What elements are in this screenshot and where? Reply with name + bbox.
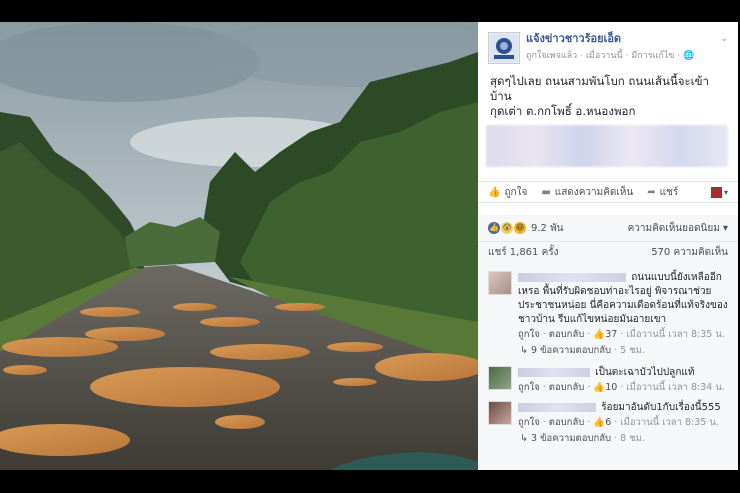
edited-label[interactable]: มีการแก้ไข: [631, 51, 674, 61]
comment-item: ร้อยมาอันดับ1กับเรื่องนี้555 ถูกใจ · ตอบ…: [478, 395, 738, 430]
thumbs-up-icon: 👍: [593, 417, 606, 428]
comment-time[interactable]: เมื่อวานนี้ เวลา 8:34 น.: [626, 382, 725, 393]
liked-page-status[interactable]: ถูกใจเพจแล้ว: [526, 51, 577, 61]
thumbs-up-icon: 👍: [593, 329, 606, 340]
reactions-row: 👍 😮 😆 9.2 พัน ความคิดเห็นยอดนิยม ▾: [478, 215, 738, 241]
comment-like-count[interactable]: 6: [605, 417, 611, 428]
comment-like-count[interactable]: 37: [605, 329, 617, 340]
share-count[interactable]: แชร์ 1,861 ครั้ง: [488, 245, 559, 260]
replies-time: 8 ชม.: [620, 433, 645, 444]
comment-like-link[interactable]: ถูกใจ: [518, 382, 540, 393]
post-header: แจ้งข่าวชาวร้อยเอ็ด ถูกใจเพจแล้ว · เมื่อ…: [478, 22, 738, 70]
post-message: สุดๆไปเลย ถนนสามพันโบก ถนนเส้นนี้จะเข้าบ…: [478, 70, 738, 119]
comment-meta: ถูกใจ · ตอบกลับ · 👍10 · เมื่อวานนี้ เวลา…: [518, 382, 725, 393]
post-as-selector[interactable]: ▾: [710, 186, 728, 198]
commenter-avatar[interactable]: [488, 366, 512, 390]
comment-icon: ▬: [541, 186, 551, 198]
reply-arrow-icon: ↳: [520, 345, 528, 356]
post-photo[interactable]: [0, 22, 478, 470]
comment-meta: ถูกใจ · ตอบกลับ · 👍37 · เมื่อวานนี้ เวลา…: [518, 329, 725, 340]
comment-like-link[interactable]: ถูกใจ: [518, 417, 540, 428]
like-label: ถูกใจ: [504, 186, 528, 198]
view-replies-link[interactable]: ↳ 9 ข้อความตอบกลับ · 5 ชม.: [478, 342, 738, 358]
post-time-link[interactable]: เมื่อวานนี้: [586, 51, 623, 61]
comment-button[interactable]: ▬ แสดงความคิดเห็น: [541, 185, 633, 200]
post-text-line-1: สุดๆไปเลย ถนนสามพันโบก ถนนเส้นนี้จะเข้าบ…: [490, 74, 709, 103]
comment-reply-link[interactable]: ตอบกลับ: [549, 382, 585, 393]
like-button[interactable]: 👍 ถูกใจ: [488, 185, 527, 200]
thumbs-up-icon: 👍: [488, 186, 501, 198]
comment-text: เป็นตะเฉาบัวไปปลูกแท้: [595, 367, 695, 378]
commenter-name-blurred[interactable]: [518, 367, 590, 377]
share-button[interactable]: ➦ แชร์: [647, 185, 678, 200]
sort-label: ความคิดเห็นยอดนิยม: [627, 222, 720, 234]
page-name-link[interactable]: แจ้งข่าวชาวร้อยเอ็ด: [526, 32, 694, 46]
comment-time[interactable]: เมื่อวานนี้ เวลา 8:35 น.: [620, 417, 719, 428]
comment-like-count[interactable]: 10: [605, 382, 617, 393]
engagement-section: 👍 😮 😆 9.2 พัน ความคิดเห็นยอดนิยม ▾ แชร์ …: [478, 215, 738, 470]
comment-reply-link[interactable]: ตอบกลับ: [549, 329, 585, 340]
road-photo-image: [0, 22, 478, 470]
reply-arrow-icon: ↳: [520, 433, 528, 444]
profile-mini-avatar: [710, 186, 722, 198]
blurred-text-block: [486, 125, 728, 167]
replies-label: 3 ข้อความตอบกลับ: [531, 433, 612, 444]
thumbs-up-icon: 👍: [593, 382, 606, 393]
post-actions-bar: 👍 ถูกใจ ▬ แสดงความคิดเห็น ➦ แชร์ ▾: [478, 181, 738, 203]
share-label: แชร์: [659, 186, 679, 198]
commenter-avatar[interactable]: [488, 271, 512, 295]
comment-label: แสดงความคิดเห็น: [554, 186, 634, 198]
post-side-panel: แจ้งข่าวชาวร้อยเอ็ด ถูกใจเพจแล้ว · เมื่อ…: [478, 22, 738, 470]
caret-down-icon: ▾: [722, 222, 728, 234]
wow-reaction-icon: 😮: [501, 222, 513, 234]
commenter-name-blurred[interactable]: [518, 402, 596, 412]
post-text-line-2: กุดเต่า ต.กกโพธิ์ อ.หนองพอก: [490, 104, 636, 118]
view-replies-link[interactable]: ↳ 3 ข้อความตอบกลับ · 8 ชม.: [478, 430, 738, 446]
page-avatar[interactable]: [488, 32, 520, 64]
replies-label: 9 ข้อความตอบกลับ: [531, 345, 612, 356]
comment-like-link[interactable]: ถูกใจ: [518, 329, 540, 340]
facebook-photo-viewer: แจ้งข่าวชาวร้อยเอ็ด ถูกใจเพจแล้ว · เมื่อ…: [0, 22, 740, 470]
haha-reaction-icon: 😆: [514, 222, 526, 234]
comment-meta: ถูกใจ · ตอบกลับ · 👍6 · เมื่อวานนี้ เวลา …: [518, 417, 719, 428]
comment-text: ร้อยมาอันดับ1กับเรื่องนี้555: [601, 402, 721, 413]
comment-count[interactable]: 570 ความคิดเห็น: [651, 245, 728, 260]
share-comment-stats: แชร์ 1,861 ครั้ง 570 ความคิดเห็น: [478, 241, 738, 263]
replies-time: 5 ชม.: [620, 345, 645, 356]
commenter-avatar[interactable]: [488, 401, 512, 425]
share-arrow-icon: ➦: [647, 186, 656, 198]
like-reaction-icon: 👍: [488, 222, 500, 234]
post-meta: ถูกใจเพจแล้ว · เมื่อวานนี้ · มีการแก้ไข …: [526, 51, 695, 61]
comment-time[interactable]: เมื่อวานนี้ เวลา 8:35 น.: [626, 329, 725, 340]
comment-item: เป็นตะเฉาบัวไปปลูกแท้ ถูกใจ · ตอบกลับ · …: [478, 358, 738, 395]
reaction-count[interactable]: 9.2 พัน: [531, 221, 564, 236]
comment-reply-link[interactable]: ตอบกลับ: [549, 417, 585, 428]
globe-icon: 🌐: [683, 51, 695, 61]
chevron-down-icon[interactable]: ⌄: [720, 34, 728, 44]
comment-sort-dropdown[interactable]: ความคิดเห็นยอดนิยม ▾: [628, 221, 728, 236]
comment-item: ถนนแบบนี้ยังเหลืออีกเหรอ พื้นที่รับผิดชอ…: [478, 263, 738, 342]
caret-down-icon: ▾: [723, 187, 728, 197]
page-logo-icon: [490, 34, 518, 62]
commenter-name-blurred[interactable]: [518, 272, 626, 282]
